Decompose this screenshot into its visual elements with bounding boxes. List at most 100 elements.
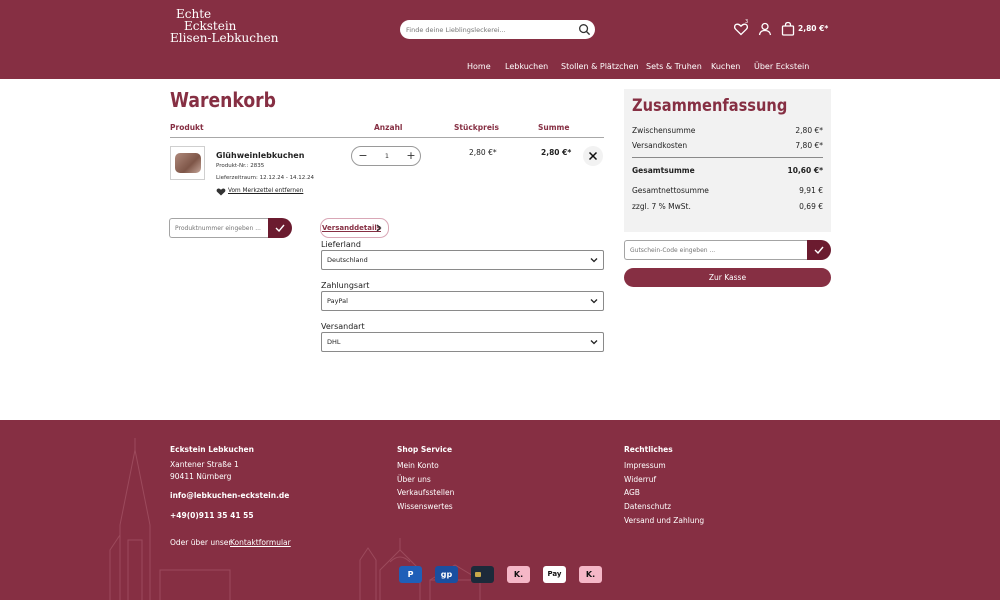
- footer-contact-form-link[interactable]: Kontaktformular: [230, 538, 291, 547]
- payment-value: PayPal: [327, 297, 348, 305]
- chevron-down-icon: [590, 299, 598, 304]
- page-title: Warenkorb: [170, 88, 276, 112]
- chevron-down-icon: [590, 340, 598, 345]
- shipping-cost-label: Versandkosten: [632, 141, 688, 150]
- product-image[interactable]: [170, 146, 205, 180]
- vat-value: 0,69 €: [799, 202, 823, 211]
- nav-lebkuchen[interactable]: Lebkuchen: [505, 62, 548, 71]
- summary-title: Zusammenfassung: [632, 96, 788, 116]
- search-icon[interactable]: [578, 23, 591, 36]
- column-unit-price: Stückpreis: [454, 123, 499, 132]
- column-sum: Summe: [538, 123, 570, 132]
- net-total-value: 9,91 €: [799, 186, 823, 195]
- footer-shop-service-title: Shop Service: [397, 445, 453, 454]
- payment-label: Zahlungsart: [321, 281, 370, 290]
- checkmark-icon: [814, 246, 824, 254]
- chevron-down-icon: [590, 258, 598, 263]
- product-number-input[interactable]: [175, 222, 267, 235]
- total-value: 10,60 €*: [787, 166, 823, 175]
- country-label: Lieferland: [321, 240, 361, 249]
- quantity-stepper: − 1 +: [351, 146, 421, 166]
- footer-link-withdrawal[interactable]: Widerruf: [624, 475, 656, 484]
- summary-divider: [632, 157, 823, 158]
- footer-company-title: Eckstein Lebkuchen: [170, 445, 254, 454]
- footer-legal-title: Rechtliches: [624, 445, 673, 454]
- footer-phone-link[interactable]: +49(0)911 35 41 55: [170, 511, 254, 520]
- paypal-icon-label: P: [407, 570, 414, 579]
- giropay-icon-label: gp: [440, 570, 453, 579]
- footer-link-imprint[interactable]: Impressum: [624, 461, 666, 470]
- account-icon[interactable]: [757, 21, 773, 37]
- remove-item-button[interactable]: [583, 146, 603, 166]
- apply-voucher-button[interactable]: [807, 240, 831, 260]
- shipping-details-label: Versanddetails: [322, 224, 381, 232]
- footer-link-account[interactable]: Mein Konto: [397, 461, 439, 470]
- site-header: Echte Eckstein Elisen-Lebkuchen 3 2,80 €…: [0, 0, 1000, 79]
- footer-street: Xantener Straße 1: [170, 460, 239, 469]
- column-quantity: Anzahl: [374, 123, 403, 132]
- logo[interactable]: Echte Eckstein Elisen-Lebkuchen: [170, 8, 280, 48]
- footer-contact-prefix: Oder über unser: [170, 538, 232, 547]
- checkout-button[interactable]: Zur Kasse: [624, 268, 831, 287]
- shipping-method-label: Versandart: [321, 322, 365, 331]
- increase-quantity-button[interactable]: +: [404, 149, 418, 163]
- search-bar: [400, 20, 595, 39]
- logo-line-3: Elisen-Lebkuchen: [170, 31, 279, 45]
- delivery-period: Lieferzeitraum: 12.12.24 - 14.12.24: [216, 175, 315, 181]
- payment-select[interactable]: PayPal: [321, 291, 604, 311]
- column-product: Produkt: [170, 123, 204, 132]
- wishlist-count: 3: [745, 19, 749, 25]
- klarna-icon: K.: [507, 566, 530, 583]
- voucher-field: [624, 240, 809, 260]
- paypal-icon: P: [399, 566, 422, 583]
- footer-link-about[interactable]: Über uns: [397, 475, 431, 484]
- product-number: Produkt-Nr.: 2835: [216, 163, 265, 169]
- subtotal-value: 2,80 €*: [795, 126, 823, 135]
- shipping-details-toggle[interactable]: Versanddetails: [320, 218, 389, 238]
- footer-link-terms[interactable]: AGB: [624, 488, 640, 497]
- klarna-icon-2-label: K.: [585, 570, 596, 579]
- product-number-field: [169, 218, 270, 238]
- nav-kuchen[interactable]: Kuchen: [711, 62, 740, 71]
- search-input[interactable]: [406, 22, 574, 37]
- unit-price: 2,80 €*: [469, 148, 497, 157]
- remove-from-wishlist-label: Vom Merkzettel entfernen: [228, 188, 304, 194]
- footer-link-privacy[interactable]: Datenschutz: [624, 502, 671, 511]
- nav-home[interactable]: Home: [467, 62, 491, 71]
- footer-link-shipping-payment[interactable]: Versand und Zahlung: [624, 516, 704, 525]
- checkmark-icon: [275, 224, 285, 232]
- footer-link-stores[interactable]: Verkaufsstellen: [397, 488, 454, 497]
- site-footer: Eckstein Lebkuchen Xantener Straße 1 904…: [0, 420, 1000, 600]
- credit-card-icon: [471, 566, 494, 583]
- line-total: 2,80 €*: [541, 148, 572, 157]
- decrease-quantity-button[interactable]: −: [356, 149, 370, 163]
- shipping-method-value: DHL: [327, 338, 341, 346]
- cart-bag-icon[interactable]: [780, 21, 796, 37]
- klarna-icon-2: K.: [579, 566, 602, 583]
- total-label: Gesamtsumme: [632, 166, 695, 175]
- nav-sets[interactable]: Sets & Truhen: [646, 62, 702, 71]
- cart-total[interactable]: 2,80 €*: [798, 24, 828, 33]
- close-icon: [588, 151, 598, 161]
- nav-ueber-eckstein[interactable]: Über Eckstein: [754, 62, 809, 71]
- country-select[interactable]: Deutschland: [321, 250, 604, 270]
- footer-link-knowledge[interactable]: Wissenswertes: [397, 502, 453, 511]
- subtotal-label: Zwischensumme: [632, 126, 696, 135]
- nav-stollen[interactable]: Stollen & Plätzchen: [561, 62, 639, 71]
- apple-pay-icon: Pay: [543, 566, 566, 583]
- apple-pay-icon-label: Pay: [547, 570, 562, 578]
- quantity-value[interactable]: 1: [379, 152, 395, 160]
- table-divider: [170, 137, 604, 138]
- shipping-method-select[interactable]: DHL: [321, 332, 604, 352]
- shipping-cost-value: 7,80 €*: [795, 141, 823, 150]
- footer-email-link[interactable]: info@lebkuchen-eckstein.de: [170, 491, 289, 500]
- product-name[interactable]: Glühweinlebkuchen: [216, 151, 304, 160]
- klarna-icon-label: K.: [513, 570, 524, 579]
- giropay-icon: gp: [435, 566, 458, 583]
- voucher-input[interactable]: [630, 244, 805, 257]
- country-value: Deutschland: [327, 256, 368, 264]
- vat-label: zzgl. 7 % MwSt.: [632, 202, 691, 211]
- heart-filled-icon: [216, 188, 226, 196]
- add-product-button[interactable]: [268, 218, 292, 238]
- footer-city: 90411 Nürnberg: [170, 472, 232, 481]
